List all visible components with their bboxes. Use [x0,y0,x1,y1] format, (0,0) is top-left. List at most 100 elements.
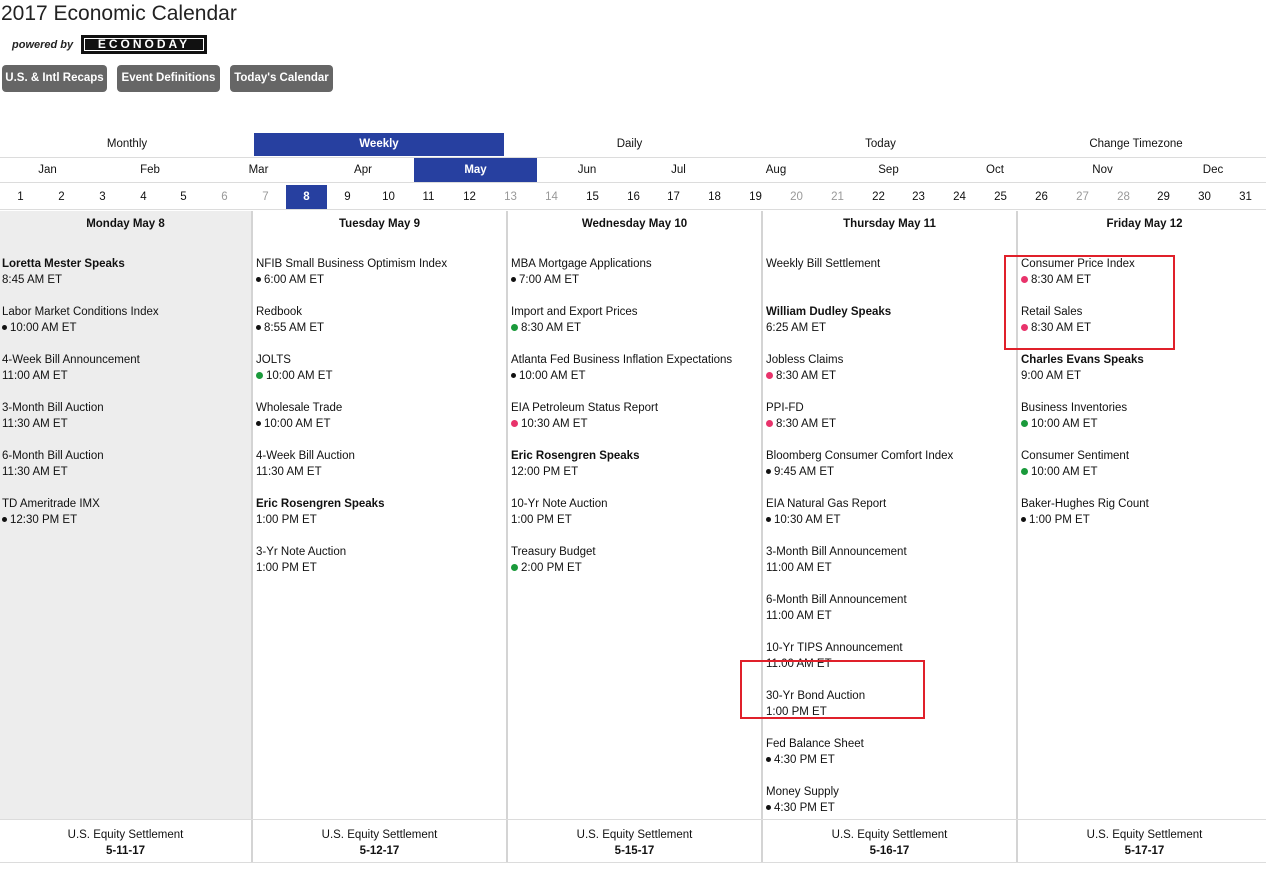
event-10-yr-note-auction[interactable]: 10-Yr Note Auction 1:00 PM ET [511,496,608,528]
day-18[interactable]: 18 [694,185,735,209]
event-redbook[interactable]: Redbook 8:55 AM ET [256,304,324,336]
event-baker-hughes-rig-count[interactable]: Baker-Hughes Rig Count 1:00 PM ET [1021,496,1149,528]
event-atlanta-fed-business-inflation-expectations[interactable]: Atlanta Fed Business Inflation Expectati… [511,352,732,384]
event-bloomberg-consumer-comfort-index[interactable]: Bloomberg Consumer Comfort Index 9:45 AM … [766,448,953,480]
event-loretta-mester-speaks[interactable]: Loretta Mester Speaks 8:45 AM ET [2,256,125,288]
tab-change-timezone[interactable]: Change Timezone [1006,133,1266,156]
day-14[interactable]: 14 [531,185,572,209]
day-31[interactable]: 31 [1225,185,1266,209]
event-name[interactable]: Eric Rosengren Speaks [511,448,639,464]
econoday-logo[interactable]: ECONODAY [81,35,207,54]
event-eric-rosengren-speaks[interactable]: Eric Rosengren Speaks 1:00 PM ET [256,496,384,528]
event-money-supply[interactable]: Money Supply 4:30 PM ET [766,784,839,816]
event-definitions-button[interactable]: Event Definitions [117,65,220,92]
event-4-week-bill-auction[interactable]: 4-Week Bill Auction 11:30 AM ET [256,448,355,480]
day-24[interactable]: 24 [939,185,980,209]
day-20[interactable]: 20 [776,185,817,209]
day-13[interactable]: 13 [490,185,531,209]
event-william-dudley-speaks[interactable]: William Dudley Speaks 6:25 AM ET [766,304,891,336]
event-name[interactable]: Money Supply [766,784,839,800]
event-labor-market-conditions-index[interactable]: Labor Market Conditions Index 10:00 AM ET [2,304,159,336]
event-name[interactable]: EIA Natural Gas Report [766,496,886,512]
day-21[interactable]: 21 [817,185,858,209]
event-name[interactable]: Bloomberg Consumer Comfort Index [766,448,953,464]
day-9[interactable]: 9 [327,185,368,209]
event-weekly-bill-settlement[interactable]: Weekly Bill Settlement [766,256,880,272]
us-intl-recaps-button[interactable]: U.S. & Intl Recaps [2,65,107,92]
day-19[interactable]: 19 [735,185,776,209]
month-sep[interactable]: Sep [832,158,945,182]
day-29[interactable]: 29 [1143,185,1184,209]
day-12[interactable]: 12 [449,185,490,209]
event-6-month-bill-announcement[interactable]: 6-Month Bill Announcement 11:00 AM ET [766,592,907,624]
day-11[interactable]: 11 [408,185,449,209]
event-business-inventories[interactable]: Business Inventories 10:00 AM ET [1021,400,1127,432]
event-name[interactable]: MBA Mortgage Applications [511,256,652,272]
event-name[interactable]: 4-Week Bill Auction [256,448,355,464]
month-jun[interactable]: Jun [537,158,637,182]
day-6[interactable]: 6 [204,185,245,209]
day-17[interactable]: 17 [653,185,694,209]
event-name[interactable]: JOLTS [256,352,332,368]
event-name[interactable]: Charles Evans Speaks [1021,352,1144,368]
month-jul[interactable]: Jul [637,158,720,182]
day-5[interactable]: 5 [163,185,204,209]
event-wholesale-trade[interactable]: Wholesale Trade 10:00 AM ET [256,400,342,432]
month-apr[interactable]: Apr [312,158,414,182]
event-name[interactable]: Fed Balance Sheet [766,736,864,752]
event-jolts[interactable]: JOLTS 10:00 AM ET [256,352,332,384]
event-treasury-budget[interactable]: Treasury Budget 2:00 PM ET [511,544,596,576]
event-consumer-sentiment[interactable]: Consumer Sentiment 10:00 AM ET [1021,448,1129,480]
event-6-month-bill-auction[interactable]: 6-Month Bill Auction 11:30 AM ET [2,448,104,480]
day-25[interactable]: 25 [980,185,1021,209]
day-30[interactable]: 30 [1184,185,1225,209]
event-name[interactable]: Import and Export Prices [511,304,638,320]
month-oct[interactable]: Oct [945,158,1045,182]
event-mba-mortgage-applications[interactable]: MBA Mortgage Applications 7:00 AM ET [511,256,652,288]
tab-weekly[interactable]: Weekly [254,133,504,156]
tab-monthly[interactable]: Monthly [0,133,254,156]
event-name[interactable]: Jobless Claims [766,352,843,368]
day-16[interactable]: 16 [613,185,654,209]
event-3-yr-note-auction[interactable]: 3-Yr Note Auction 1:00 PM ET [256,544,346,576]
event-name[interactable]: 6-Month Bill Auction [2,448,104,464]
event-3-month-bill-announcement[interactable]: 3-Month Bill Announcement 11:00 AM ET [766,544,907,576]
event-name[interactable]: 3-Yr Note Auction [256,544,346,560]
day-10[interactable]: 10 [368,185,409,209]
day-28[interactable]: 28 [1103,185,1144,209]
month-jan[interactable]: Jan [0,158,95,182]
event-name[interactable]: 10-Yr Note Auction [511,496,608,512]
event-name[interactable]: Atlanta Fed Business Inflation Expectati… [511,352,732,368]
event-name[interactable]: Labor Market Conditions Index [2,304,159,320]
event-eric-rosengren-speaks[interactable]: Eric Rosengren Speaks 12:00 PM ET [511,448,639,480]
event-name[interactable]: Business Inventories [1021,400,1127,416]
todays-calendar-button[interactable]: Today's Calendar [230,65,333,92]
day-27[interactable]: 27 [1062,185,1103,209]
event-name[interactable]: Consumer Sentiment [1021,448,1129,464]
month-feb[interactable]: Feb [95,158,205,182]
event-name[interactable]: 3-Month Bill Announcement [766,544,907,560]
day-3[interactable]: 3 [82,185,123,209]
event-name[interactable]: NFIB Small Business Optimism Index [256,256,447,272]
event-name[interactable]: 4-Week Bill Announcement [2,352,140,368]
day-23[interactable]: 23 [898,185,939,209]
day-1[interactable]: 1 [0,185,41,209]
event-name[interactable]: Wholesale Trade [256,400,342,416]
event-td-ameritrade-imx[interactable]: TD Ameritrade IMX 12:30 PM ET [2,496,100,528]
day-4[interactable]: 4 [123,185,164,209]
event-name[interactable]: 10-Yr TIPS Announcement [766,640,903,656]
event-name[interactable]: 3-Month Bill Auction [2,400,104,416]
month-nov[interactable]: Nov [1045,158,1160,182]
event-nfib-small-business-optimism-index[interactable]: NFIB Small Business Optimism Index 6:00 A… [256,256,447,288]
event-name[interactable]: EIA Petroleum Status Report [511,400,658,416]
event-name[interactable]: Eric Rosengren Speaks [256,496,384,512]
day-8[interactable]: 8 [286,185,327,209]
event-4-week-bill-announcement[interactable]: 4-Week Bill Announcement 11:00 AM ET [2,352,140,384]
month-dec[interactable]: Dec [1160,158,1266,182]
event-name[interactable]: William Dudley Speaks [766,304,891,320]
day-7[interactable]: 7 [245,185,286,209]
event-import-and-export-prices[interactable]: Import and Export Prices 8:30 AM ET [511,304,638,336]
tab-today[interactable]: Today [755,133,1006,156]
event-name[interactable]: Redbook [256,304,324,320]
event-name[interactable]: PPI-FD [766,400,836,416]
